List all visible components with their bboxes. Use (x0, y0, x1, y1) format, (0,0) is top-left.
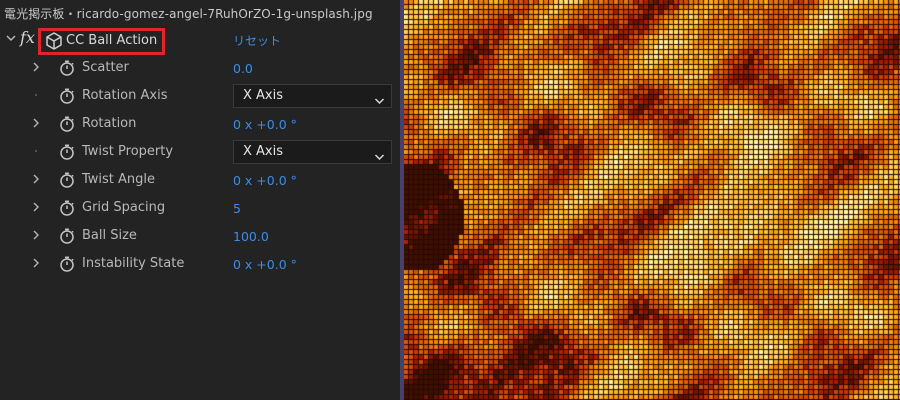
effect-controls-panel: 電光掲示板・ricardo-gomez-angel-7RuhOrZO-1g-un… (0, 0, 400, 400)
reset-link[interactable]: リセット (233, 34, 281, 48)
chevron-right-icon[interactable] (30, 200, 42, 214)
property-row-grid-spacing[interactable]: Grid Spacing 5 (0, 194, 400, 222)
stopwatch-icon[interactable] (58, 59, 76, 77)
property-row-twist-angle[interactable]: Twist Angle 0 x +0.0 ° (0, 166, 400, 194)
property-value[interactable]: 0 x +0.0 ° (233, 117, 297, 133)
property-label: Rotation Axis (82, 88, 168, 103)
stopwatch-icon[interactable] (58, 87, 76, 105)
property-row-rotation[interactable]: Rotation 0 x +0.0 ° (0, 110, 400, 138)
stopwatch-icon[interactable] (58, 143, 76, 161)
chevron-right-icon[interactable] (30, 60, 42, 74)
twist-property-dropdown[interactable]: X Axis (233, 140, 392, 164)
property-label: Twist Angle (82, 172, 156, 187)
cube-icon (44, 31, 64, 51)
property-row-scatter[interactable]: Scatter 0.0 (0, 54, 400, 82)
file-title: 電光掲示板・ricardo-gomez-angel-7RuhOrZO-1g-un… (4, 7, 373, 21)
composition-viewer (404, 0, 900, 400)
property-value[interactable]: 5 (233, 201, 241, 217)
stopwatch-icon[interactable] (58, 255, 76, 273)
property-label: Twist Property (82, 144, 174, 159)
row-dot (35, 150, 37, 152)
property-label: Scatter (82, 60, 129, 75)
chevron-right-icon[interactable] (30, 228, 42, 242)
effect-name: CC Ball Action (66, 33, 158, 48)
row-dot (35, 94, 37, 96)
stopwatch-icon[interactable] (58, 115, 76, 133)
effect-header-row[interactable]: fx CC Ball Action リセット (0, 28, 400, 55)
chevron-down-icon (374, 147, 385, 161)
property-label: Instability State (82, 256, 185, 271)
fx-icon[interactable]: fx (20, 28, 40, 50)
property-label: Grid Spacing (82, 200, 166, 215)
property-value[interactable]: 0.0 (233, 61, 253, 77)
property-label: Ball Size (82, 228, 137, 243)
chevron-down-icon (374, 91, 385, 105)
property-value[interactable]: 100.0 (233, 229, 269, 245)
dropdown-selected-value: X Axis (243, 144, 284, 159)
pixelated-fire-image (404, 0, 900, 400)
property-row-twist-property[interactable]: Twist Property X Axis (0, 138, 400, 166)
chevron-right-icon[interactable] (30, 256, 42, 270)
rotation-axis-dropdown[interactable]: X Axis (233, 84, 392, 108)
stopwatch-icon[interactable] (58, 171, 76, 189)
chevron-down-icon[interactable] (4, 32, 18, 46)
dropdown-selected-value: X Axis (243, 88, 284, 103)
property-label: Rotation (82, 116, 137, 131)
chevron-right-icon[interactable] (30, 116, 42, 130)
property-row-rotation-axis[interactable]: Rotation Axis X Axis (0, 82, 400, 110)
chevron-right-icon[interactable] (30, 172, 42, 186)
stopwatch-icon[interactable] (58, 227, 76, 245)
stopwatch-icon[interactable] (58, 199, 76, 217)
property-row-instability-state[interactable]: Instability State 0 x +0.0 ° (0, 250, 400, 278)
property-row-ball-size[interactable]: Ball Size 100.0 (0, 222, 400, 250)
property-value[interactable]: 0 x +0.0 ° (233, 173, 297, 189)
property-value[interactable]: 0 x +0.0 ° (233, 257, 297, 273)
